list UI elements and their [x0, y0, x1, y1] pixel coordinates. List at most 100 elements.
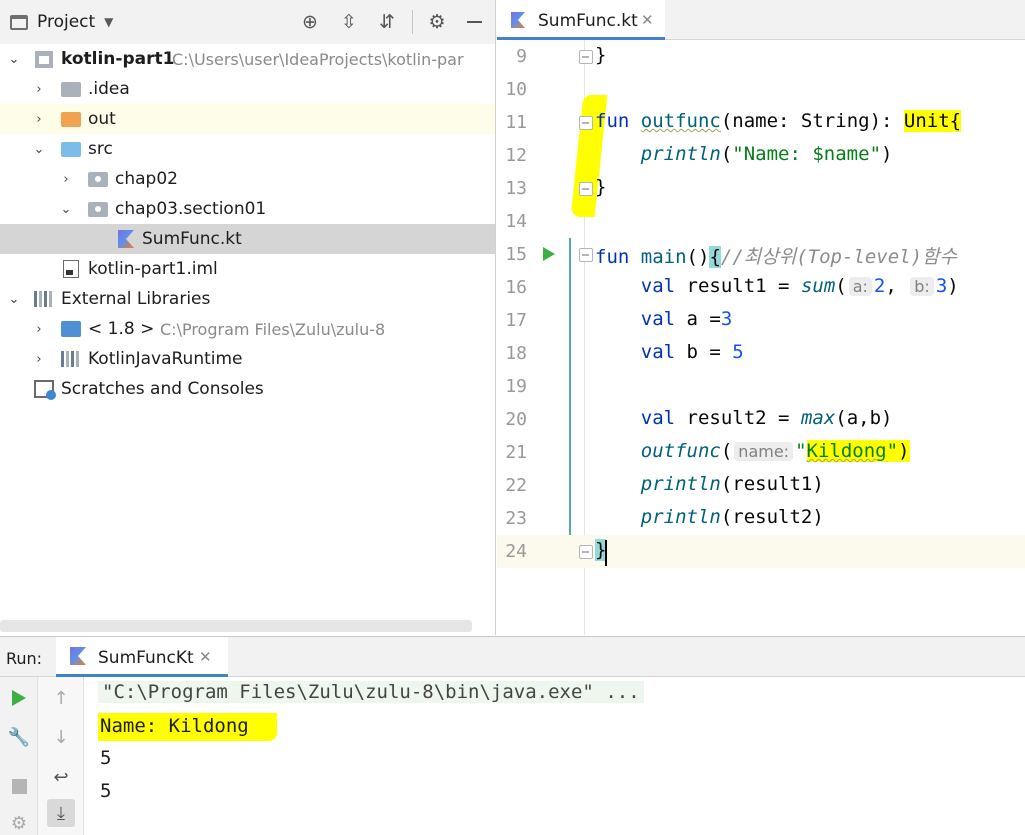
tree-item-kotlin-part1[interactable]: ⌄ kotlin-part1 C:\Users\user\IdeaProject… — [0, 44, 495, 74]
minimize-icon[interactable] — [467, 21, 482, 23]
tab-label: SumFunc.kt — [538, 11, 638, 31]
tree-item-label: src — [88, 139, 113, 159]
tree-item-sumfunc-kt[interactable]: SumFunc.kt — [0, 224, 495, 254]
chevron-right-icon[interactable]: › — [31, 82, 47, 97]
line-number: 22 — [505, 475, 527, 496]
iml-file-icon — [60, 260, 82, 278]
code-area[interactable]: 9 } 10 11 fun outfunc(name: String): Uni… — [497, 40, 1025, 635]
locate-file-icon[interactable]: ⊕ — [297, 9, 323, 35]
scroll-to-end-icon[interactable]: ⤓ — [47, 799, 75, 827]
run-gutter-icon[interactable] — [543, 247, 555, 261]
console-toolbar: ↑ ↓ ↩ ⤓ — [38, 677, 84, 835]
tree-item-iml[interactable]: kotlin-part1.iml — [0, 254, 495, 284]
line-number: 10 — [505, 79, 527, 100]
expand-all-icon[interactable]: ⇳ — [336, 9, 362, 35]
tree-item-label: External Libraries — [61, 289, 211, 309]
tab-label: SumFuncKt — [98, 648, 194, 668]
tree-item-chap02[interactable]: › chap02 — [0, 164, 495, 194]
run-toolbar: 🔧 ⚙ — [0, 677, 38, 835]
collapse-all-icon[interactable]: ⇵ — [374, 9, 400, 35]
code-line: 19 — [497, 370, 1025, 403]
tree-item-label: KotlinJavaRuntime — [88, 349, 243, 369]
chevron-right-icon[interactable]: › — [58, 172, 74, 187]
tree-item-kotlin-runtime[interactable]: › KotlinJavaRuntime — [0, 344, 495, 374]
chevron-down-icon[interactable]: ⌄ — [6, 52, 22, 67]
stop-button[interactable] — [5, 772, 33, 800]
code-line: 16 val result1 = sum(a: 2, b: 3) — [497, 271, 1025, 304]
tree-item-label: out — [88, 109, 116, 129]
close-icon[interactable]: ✕ — [641, 11, 654, 29]
chevron-down-icon[interactable]: ⌄ — [58, 202, 74, 217]
package-icon — [87, 200, 109, 218]
console-output[interactable]: "C:\Program Files\Zulu\zulu-8\bin\java.e… — [84, 677, 1025, 835]
chevron-right-icon[interactable]: › — [31, 352, 47, 367]
chevron-right-icon[interactable]: › — [31, 322, 47, 337]
line-number: 9 — [516, 46, 527, 67]
line-number: 12 — [505, 145, 527, 166]
fold-icon[interactable] — [579, 545, 593, 559]
library-icon — [33, 290, 55, 308]
gear-icon[interactable]: ⚙ — [424, 9, 450, 35]
line-number: 21 — [505, 442, 527, 463]
library-icon — [60, 350, 82, 368]
console-output-line: 5 — [100, 780, 112, 802]
code-line: 15 fun main(){//최상위(Top-level)함수 — [497, 238, 1025, 271]
toolbar-divider — [412, 10, 413, 34]
line-number: 15 — [505, 244, 527, 265]
code-line: 14 — [497, 205, 1025, 238]
arrow-up-icon[interactable]: ↑ — [47, 684, 75, 712]
line-number: 14 — [505, 211, 527, 232]
tree-item-chap03-section01[interactable]: ⌄ chap03.section01 — [0, 194, 495, 224]
horizontal-scrollbar[interactable] — [0, 620, 472, 632]
stop-icon — [11, 778, 27, 794]
kotlin-file-icon — [115, 230, 137, 248]
project-view-selector[interactable]: Project ▼ — [10, 10, 113, 34]
code-line: 20 val result2 = max(a,b) — [497, 403, 1025, 436]
tree-item-idea[interactable]: › .idea — [0, 74, 495, 104]
tree-item-src[interactable]: ⌄ src — [0, 134, 495, 164]
tab-sumfunc-kt[interactable]: SumFunc.kt ✕ — [497, 0, 665, 40]
wrench-icon[interactable]: 🔧 — [5, 723, 33, 751]
line-number: 17 — [505, 310, 527, 331]
project-header: Project ▼ ⊕ ⇳ ⇵ ⚙ — [0, 0, 495, 44]
fold-icon[interactable] — [579, 182, 593, 196]
fold-icon[interactable] — [579, 248, 593, 262]
run-tool-window: Run: SumFuncKt ✕ 🔧 ⚙ ↑ ↓ ↩ ⤓ "C:\Program… — [0, 636, 1025, 835]
run-title: Run: — [6, 649, 43, 668]
chevron-down-icon[interactable]: ⌄ — [6, 292, 22, 307]
line-number: 16 — [505, 277, 527, 298]
rerun-button[interactable] — [5, 684, 33, 712]
console-output-line: 5 — [100, 747, 112, 769]
tree-item-label: chap03.section01 — [115, 199, 267, 219]
fold-icon[interactable] — [579, 50, 593, 64]
close-icon[interactable]: ✕ — [199, 648, 212, 666]
line-number: 13 — [505, 178, 527, 199]
tree-item-scratches[interactable]: Scratches and Consoles — [0, 374, 495, 404]
scratches-icon — [33, 380, 56, 400]
soft-wrap-icon[interactable]: ↩ — [47, 763, 75, 791]
fold-icon[interactable] — [579, 116, 593, 130]
tree-item-label: chap02 — [115, 169, 178, 189]
tree-item-label: .idea — [88, 79, 130, 99]
camera-icon[interactable]: ⚙ — [5, 809, 33, 835]
line-number: 19 — [505, 376, 527, 397]
line-number: 18 — [505, 343, 527, 364]
line-number: 11 — [505, 112, 527, 133]
console-command-line: "C:\Program Files\Zulu\zulu-8\bin\java.e… — [98, 681, 644, 703]
parameter-hint: b: — [910, 277, 934, 296]
chevron-right-icon[interactable]: › — [31, 112, 47, 127]
jdk-icon — [60, 320, 82, 338]
run-header: Run: SumFuncKt ✕ — [0, 637, 1025, 677]
tree-item-jdk[interactable]: › < 1.8 > C:\Program Files\Zulu\zulu-8 — [0, 314, 495, 344]
tree-item-external-libraries[interactable]: ⌄ External Libraries — [0, 284, 495, 314]
code-line: 18 val b = 5 — [497, 337, 1025, 370]
arrow-down-icon[interactable]: ↓ — [47, 723, 75, 751]
chevron-down-icon: ▼ — [104, 15, 114, 29]
package-icon — [87, 170, 109, 188]
tree-item-out[interactable]: › out — [0, 104, 495, 134]
parameter-hint: a: — [848, 277, 872, 296]
code-line: 13 } — [497, 172, 1025, 205]
chevron-down-icon[interactable]: ⌄ — [31, 142, 47, 157]
tree-item-label: Scratches and Consoles — [61, 379, 264, 399]
tab-sumfuncKt[interactable]: SumFuncKt ✕ — [56, 637, 228, 677]
